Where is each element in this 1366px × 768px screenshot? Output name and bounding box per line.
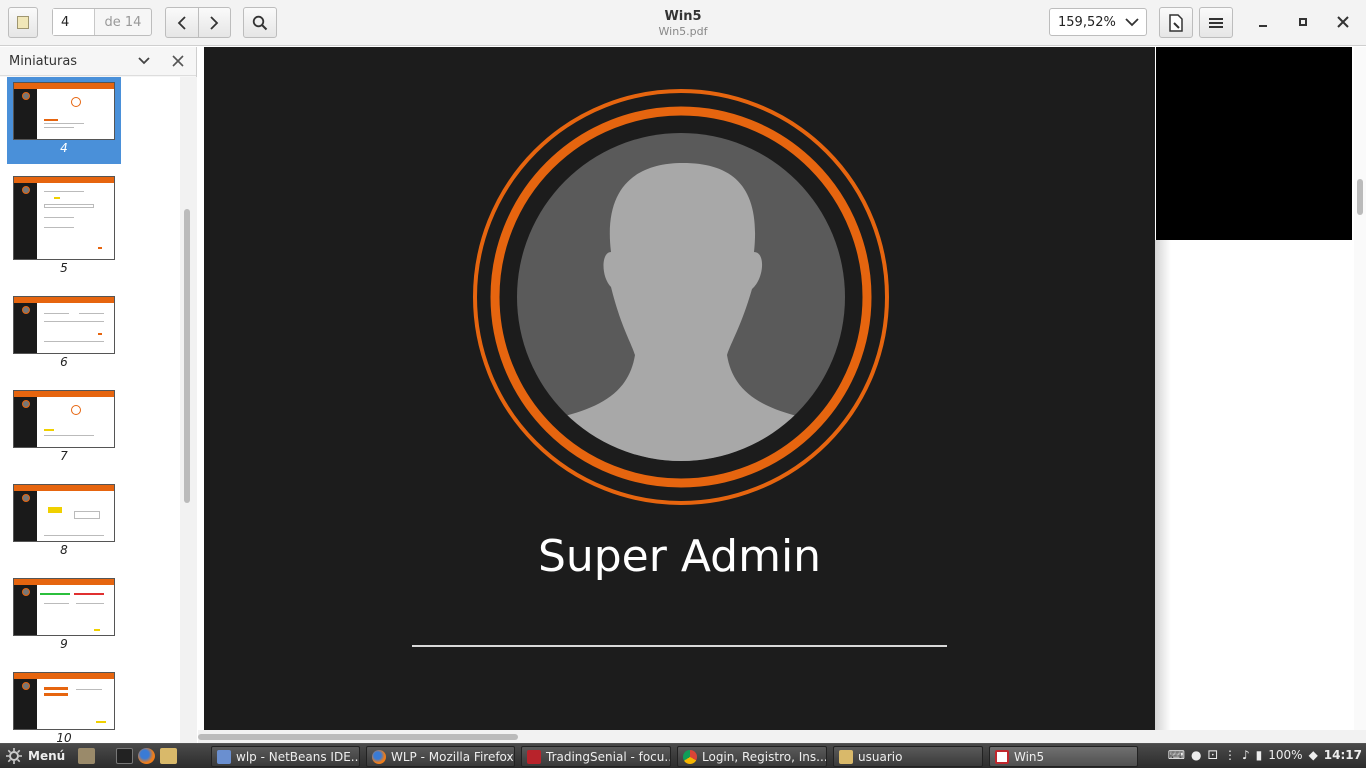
file-name: Win5.pdf — [658, 25, 708, 38]
thumbnail-page-8[interactable] — [13, 484, 115, 542]
vertical-scroll-thumb[interactable] — [1357, 179, 1363, 215]
thumbnail-label: 8 — [60, 543, 68, 557]
adjacent-page-fragment — [1156, 47, 1352, 240]
start-menu-button[interactable]: Menú — [6, 748, 65, 764]
document-icon — [17, 16, 29, 29]
close-icon — [1337, 16, 1349, 28]
chevron-down-icon[interactable] — [137, 55, 151, 67]
page-shadow — [1155, 240, 1171, 730]
thumbnail-page-9[interactable] — [13, 578, 115, 636]
keyboard-icon[interactable]: ⌨ — [1168, 748, 1185, 762]
sidebar-scrollbar[interactable] — [180, 77, 197, 743]
thumbnail-label: 5 — [60, 261, 68, 275]
zoom-value: 159,52% — [1058, 14, 1116, 30]
maximize-icon — [1299, 18, 1307, 26]
volume-icon[interactable]: ♪ — [1242, 748, 1250, 762]
horizontal-scroll-thumb[interactable] — [198, 734, 518, 740]
window-title: Win5 — [664, 9, 702, 24]
document-view: Super Admin — [198, 47, 1366, 743]
system-tray: ⌨ ● ⚀ ⋮ ♪ ▮ 100% ◆ 14:17 — [1168, 748, 1362, 762]
clock[interactable]: 14:17 — [1324, 748, 1362, 762]
hamburger-menu-icon — [1209, 17, 1223, 28]
firefox-icon — [372, 749, 386, 764]
chrome-icon — [683, 749, 697, 764]
pdf-page: Super Admin — [204, 47, 1155, 730]
thumbnail-list: 4 5 6 7 8 9 10 — [0, 77, 180, 743]
gear-icon — [6, 748, 22, 764]
document-horizontal-scrollbar[interactable] — [198, 730, 1366, 743]
thumbnails-sidebar: Miniaturas 4 5 6 7 8 9 10 — [0, 47, 197, 743]
document-title: Win5 Win5.pdf — [583, 9, 783, 38]
folder-icon — [839, 749, 853, 764]
thumbnail-page-6[interactable] — [13, 296, 115, 354]
start-menu-label: Menú — [28, 749, 66, 763]
profile-name: Super Admin — [537, 531, 822, 582]
previous-page-button[interactable] — [166, 8, 199, 37]
annotations-button[interactable] — [1159, 7, 1193, 38]
search-icon — [252, 15, 268, 30]
task-label: wlp - NetBeans IDE... — [236, 749, 360, 764]
menu-button[interactable] — [1199, 7, 1233, 38]
thumbnail-label: 6 — [60, 355, 68, 369]
task-chrome[interactable]: Login, Registro, Ins... — [677, 746, 827, 767]
thumbnail-page-4[interactable] — [13, 82, 115, 140]
chevron-right-icon — [210, 15, 219, 30]
chevron-left-icon — [177, 15, 186, 30]
filezilla-icon — [527, 749, 541, 764]
task-firefox[interactable]: WLP - Mozilla Firefox — [366, 746, 515, 767]
thumbnail-label: 9 — [60, 637, 68, 651]
divider — [412, 645, 947, 647]
thumbnail-page-10[interactable] — [13, 672, 115, 730]
zoom-select[interactable]: 159,52% — [1049, 8, 1147, 36]
minimize-icon — [1259, 25, 1267, 27]
task-label: usuario — [858, 749, 903, 764]
task-netbeans[interactable]: wlp - NetBeans IDE... — [211, 746, 360, 767]
sidebar-toggle-button[interactable] — [8, 7, 38, 38]
sidebar-title: Miniaturas — [9, 53, 78, 69]
maximize-button[interactable] — [1295, 14, 1311, 30]
battery-icon[interactable]: ▮ — [1256, 748, 1263, 762]
network-icon[interactable]: ⋮ — [1224, 748, 1236, 762]
task-file-manager[interactable]: usuario — [833, 746, 983, 767]
page-navigation — [165, 7, 231, 38]
dropbox-icon[interactable]: ◆ — [1309, 748, 1318, 762]
close-window-button[interactable] — [1335, 14, 1351, 30]
task-label: TradingSenial - focu... — [546, 749, 671, 764]
profile-avatar-graphic — [473, 89, 889, 505]
document-vertical-scrollbar[interactable] — [1354, 47, 1366, 730]
sidebar-scroll-thumb[interactable] — [184, 209, 190, 503]
files-launcher-icon[interactable] — [160, 748, 177, 764]
thumbnail-label: 7 — [60, 449, 68, 463]
pdf-viewer-icon — [995, 749, 1009, 764]
updates-icon[interactable]: ⚀ — [1208, 748, 1218, 762]
chevron-down-icon — [1125, 18, 1139, 27]
close-sidebar-icon[interactable] — [172, 55, 184, 67]
next-page-button[interactable] — [199, 8, 231, 37]
page-number-input[interactable] — [53, 9, 95, 35]
page-selector: de 14 — [52, 8, 152, 36]
task-label: WLP - Mozilla Firefox — [391, 749, 514, 764]
taskbar: Menú wlp - NetBeans IDE... WLP - Mozilla… — [0, 743, 1366, 768]
search-button[interactable] — [243, 7, 277, 38]
thumbnail-page-5[interactable] — [13, 176, 115, 260]
thumbnail-page-7[interactable] — [13, 390, 115, 448]
document-edit-icon — [1169, 13, 1183, 32]
toolbar: de 14 Win5 Win5.pdf 159,52% — [0, 0, 1366, 46]
screenshot-launcher-icon[interactable] — [78, 748, 95, 764]
battery-level: 100% — [1268, 748, 1303, 762]
terminal-launcher-icon[interactable] — [116, 748, 133, 764]
minimize-button[interactable] — [1255, 14, 1271, 30]
thumbnail-label: 4 — [60, 141, 68, 155]
task-label: Login, Registro, Ins... — [702, 749, 827, 764]
user-icon[interactable]: ● — [1191, 748, 1201, 762]
sidebar-header: Miniaturas — [0, 47, 196, 76]
task-document-viewer[interactable]: Win5 — [989, 746, 1138, 767]
task-filezilla[interactable]: TradingSenial - focu... — [521, 746, 671, 767]
thumbnail-label: 10 — [56, 731, 72, 743]
task-label: Win5 — [1014, 749, 1045, 764]
netbeans-icon — [217, 749, 231, 764]
page-total-label: de 14 — [104, 14, 142, 30]
firefox-launcher-icon[interactable] — [138, 748, 155, 764]
